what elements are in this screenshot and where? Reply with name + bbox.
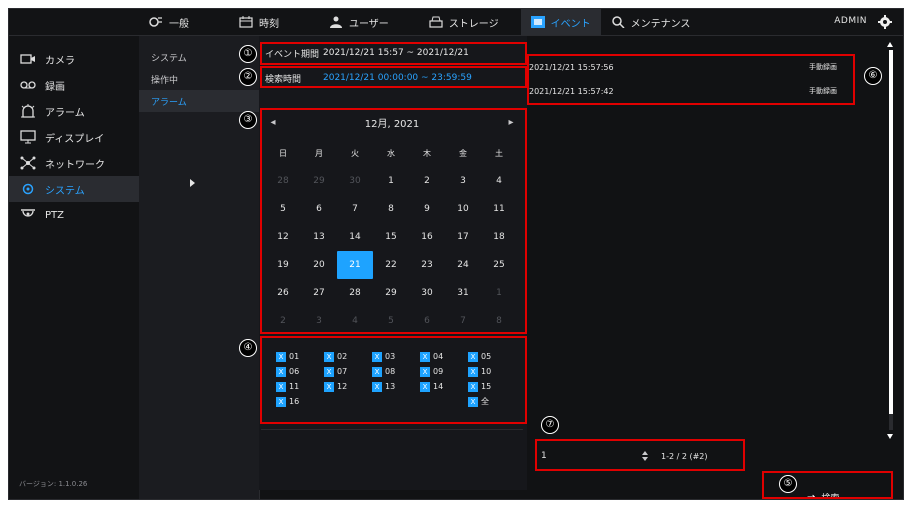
annotation-number-4: ④ bbox=[239, 339, 257, 357]
sub-nav: システム 操作中 アラーム bbox=[139, 36, 260, 499]
tab-label: ストレージ bbox=[448, 18, 499, 30]
annotation-number-5: ⑤ bbox=[779, 475, 797, 493]
sidebar-item-label: ディスプレイ bbox=[45, 133, 105, 145]
tab-label: 一般 bbox=[169, 18, 189, 30]
annotation-box-6 bbox=[527, 54, 855, 105]
scrollbar-thumb[interactable] bbox=[889, 50, 893, 414]
storage-icon bbox=[429, 16, 443, 28]
subnav-item-alarm[interactable]: アラーム bbox=[139, 90, 259, 112]
event-icon bbox=[530, 16, 545, 28]
version-label: バージョン: 1.1.0.26 bbox=[19, 480, 88, 488]
sidebar-item-label: 録画 bbox=[45, 81, 65, 93]
users-icon bbox=[329, 16, 343, 28]
annotation-box-7 bbox=[535, 439, 745, 471]
network-icon bbox=[19, 156, 37, 170]
top-bar: 一般 時刻 ユーザー ストレージ イベント メンテナンス ADMIN bbox=[9, 9, 903, 36]
sidebar-item-label: アラーム bbox=[45, 107, 85, 119]
sidebar-item-display[interactable]: ディスプレイ bbox=[9, 124, 139, 150]
calendar-icon bbox=[239, 16, 253, 28]
annotation-number-1: ① bbox=[239, 45, 257, 63]
alarm-icon bbox=[19, 104, 37, 118]
gear-icon[interactable] bbox=[877, 14, 893, 30]
sidebar-item-label: ネットワーク bbox=[45, 159, 105, 171]
annotation-box-1 bbox=[260, 42, 527, 65]
tab-general[interactable]: 一般 bbox=[139, 9, 199, 35]
results-panel: 2021/12/21 15:57:56 手動録画 2021/12/21 15:57:… bbox=[527, 36, 903, 499]
sidebar-item-system[interactable]: システム bbox=[9, 176, 139, 202]
user-name[interactable]: ADMIN bbox=[834, 16, 867, 26]
scroll-up-icon[interactable] bbox=[887, 42, 893, 47]
tab-event[interactable]: イベント bbox=[520, 9, 601, 35]
camera-icon bbox=[19, 52, 37, 66]
tab-label: ユーザー bbox=[349, 18, 389, 30]
annotation-number-3: ③ bbox=[239, 111, 257, 129]
system-icon bbox=[19, 182, 37, 196]
annotation-box-2 bbox=[260, 66, 527, 88]
annotation-number-6: ⑥ bbox=[864, 67, 882, 85]
annotation-number-7: ⑦ bbox=[541, 416, 559, 434]
record-icon bbox=[19, 78, 37, 92]
annotation-number-2: ② bbox=[239, 68, 257, 86]
tab-time[interactable]: 時刻 bbox=[229, 9, 289, 35]
annotation-box-4 bbox=[260, 336, 527, 424]
sidebar-item-ptz[interactable]: PTZ bbox=[9, 202, 139, 228]
tab-storage[interactable]: ストレージ bbox=[419, 9, 509, 35]
sidebar-item-record[interactable]: 録画 bbox=[9, 72, 139, 98]
tab-users[interactable]: ユーザー bbox=[319, 9, 399, 35]
tab-maintenance[interactable]: メンテナンス bbox=[601, 9, 701, 35]
top-nav: 一般 時刻 ユーザー ストレージ イベント メンテナンス bbox=[139, 9, 700, 35]
tab-label: イベント bbox=[550, 18, 591, 30]
ptz-icon bbox=[19, 208, 37, 222]
app-window: 一般 時刻 ユーザー ストレージ イベント メンテナンス ADMIN カメラ 録… bbox=[8, 8, 904, 500]
scrollbar[interactable] bbox=[889, 50, 893, 430]
sidebar-item-label: PTZ bbox=[45, 209, 64, 221]
sidebar: カメラ 録画 アラーム ディスプレイ ネットワーク システム PTZ バージョン… bbox=[9, 36, 139, 499]
tab-label: メンテナンス bbox=[630, 18, 691, 30]
annotation-box-3 bbox=[260, 108, 527, 334]
sidebar-item-label: システム bbox=[45, 185, 85, 197]
maintenance-icon bbox=[611, 16, 625, 29]
sidebar-item-alarm[interactable]: アラーム bbox=[9, 98, 139, 124]
sidebar-item-label: カメラ bbox=[45, 55, 75, 67]
general-icon bbox=[149, 16, 163, 28]
sidebar-item-network[interactable]: ネットワーク bbox=[9, 150, 139, 176]
mouse-cursor bbox=[190, 179, 195, 187]
sidebar-item-camera[interactable]: カメラ bbox=[9, 46, 139, 72]
scroll-down-icon[interactable] bbox=[887, 434, 893, 439]
tab-label: 時刻 bbox=[259, 18, 279, 30]
panel-footer bbox=[261, 429, 523, 460]
display-icon bbox=[19, 130, 37, 144]
